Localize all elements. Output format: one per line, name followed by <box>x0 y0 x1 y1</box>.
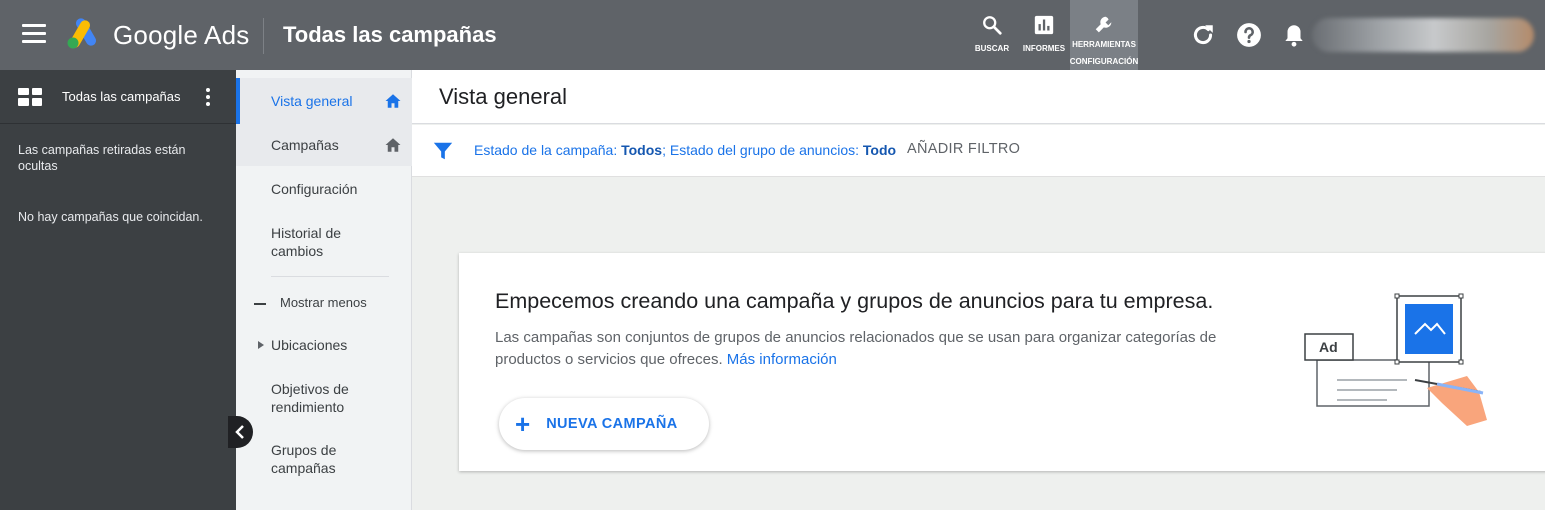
filter-icon[interactable] <box>432 140 454 162</box>
main-content: Vista general Estado de la campaña: Todo… <box>412 70 1545 510</box>
settings-label: CONFIGURACIÓN <box>1069 57 1139 66</box>
home-icon <box>385 138 401 152</box>
search-icon <box>983 16 1002 35</box>
top-bar: Google Ads Todas las campañas BUSCAR INF… <box>0 0 1545 70</box>
plus-icon: + <box>515 409 531 439</box>
card-description: Las campañas son conjuntos de grupos de … <box>495 327 1275 371</box>
nav-item-overview[interactable]: Vista general <box>236 78 412 124</box>
tools-settings-button[interactable]: HERRAMIENTAS CONFIGURACIÓN <box>1070 0 1138 70</box>
toolbar: BUSCAR INFORMES HERRAMIENTAS CONFIGURACI… <box>966 0 1138 70</box>
illustration-ad-label: Ad <box>1319 339 1338 355</box>
home-icon <box>385 94 401 108</box>
help-icon[interactable] <box>1236 22 1262 48</box>
campaign-tree-header[interactable]: Todas las campañas <box>0 70 236 124</box>
filter-label-campaign-status: Estado de la campaña: <box>474 142 618 158</box>
content-header: Vista general <box>412 70 1545 124</box>
reports-button[interactable]: INFORMES <box>1018 0 1070 70</box>
filter-label-adgroup-status: Estado del grupo de anuncios: <box>665 142 859 158</box>
empty-state-card: Empecemos creando una campaña y grupos d… <box>459 253 1545 471</box>
filter-bar: Estado de la campaña: Todos; Estado del … <box>412 125 1545 177</box>
campaign-tree-panel: Todas las campañas Las campañas retirada… <box>0 70 236 510</box>
filter-value-campaign-status: Todos <box>621 142 663 158</box>
nav-item-label: Mostrar menos <box>280 295 367 310</box>
more-options-icon[interactable] <box>206 88 212 108</box>
page-nav: Vista general Campañas Configuración His… <box>236 70 412 510</box>
divider <box>263 18 264 54</box>
caret-right-icon <box>258 341 264 349</box>
search-label: BUSCAR <box>974 44 1010 53</box>
page-title: Todas las campañas <box>283 22 497 47</box>
new-campaign-label: NUEVA CAMPAÑA <box>546 416 678 432</box>
nav-item-label: Campañas <box>271 137 339 153</box>
campaign-tree-title: Todas las campañas <box>62 89 181 104</box>
learn-more-link[interactable]: Más información <box>727 351 837 368</box>
filter-value-adgroup-status: Todo <box>862 142 897 158</box>
new-campaign-button[interactable]: + NUEVA CAMPAÑA <box>499 398 709 450</box>
tools-label: HERRAMIENTAS <box>1072 40 1136 49</box>
nav-item-campaign-groups[interactable]: Grupos de campañas <box>236 441 366 477</box>
refresh-icon[interactable] <box>1190 22 1216 48</box>
card-description-text: Las campañas son conjuntos de grupos de … <box>495 329 1217 368</box>
nav-item-performance-goals[interactable]: Objetivos de rendimiento <box>236 380 386 416</box>
nav-item-campaigns[interactable]: Campañas <box>236 124 412 166</box>
card-title: Empecemos creando una campaña y grupos d… <box>495 289 1214 313</box>
nav-show-less[interactable]: Mostrar menos <box>236 294 412 312</box>
brand-name: Google Ads <box>113 20 250 50</box>
dashboard-icon <box>18 87 42 106</box>
retired-campaigns-note: Las campañas retiradas están ocultas <box>18 143 186 173</box>
chevron-left-icon <box>235 425 244 439</box>
no-campaigns-message: No hay campañas que coincidan. <box>18 210 203 224</box>
active-filters[interactable]: Estado de la campaña: Todos; Estado del … <box>474 142 896 158</box>
add-filter-button[interactable]: AÑADIR FILTRO <box>907 141 1020 157</box>
menu-icon[interactable] <box>22 24 46 44</box>
reports-label: INFORMES <box>1022 44 1066 53</box>
ad-illustration: Ad <box>1304 293 1487 426</box>
reports-icon <box>1034 15 1054 35</box>
content-title: Vista general <box>439 84 568 109</box>
bell-icon[interactable] <box>1281 22 1307 48</box>
nav-item-label: Vista general <box>271 93 353 109</box>
nav-item-settings[interactable]: Configuración <box>236 180 412 198</box>
google-ads-logo <box>67 18 96 49</box>
minus-icon <box>254 302 266 305</box>
account-avatar[interactable] <box>1312 18 1534 52</box>
nav-item-change-history[interactable]: Historial de cambios <box>236 224 386 260</box>
nav-item-label: Ubicaciones <box>271 337 348 353</box>
nav-divider <box>271 276 389 277</box>
nav-item-placements[interactable]: Ubicaciones <box>236 336 412 354</box>
search-button[interactable]: BUSCAR <box>966 0 1018 70</box>
wrench-icon <box>1095 16 1112 33</box>
